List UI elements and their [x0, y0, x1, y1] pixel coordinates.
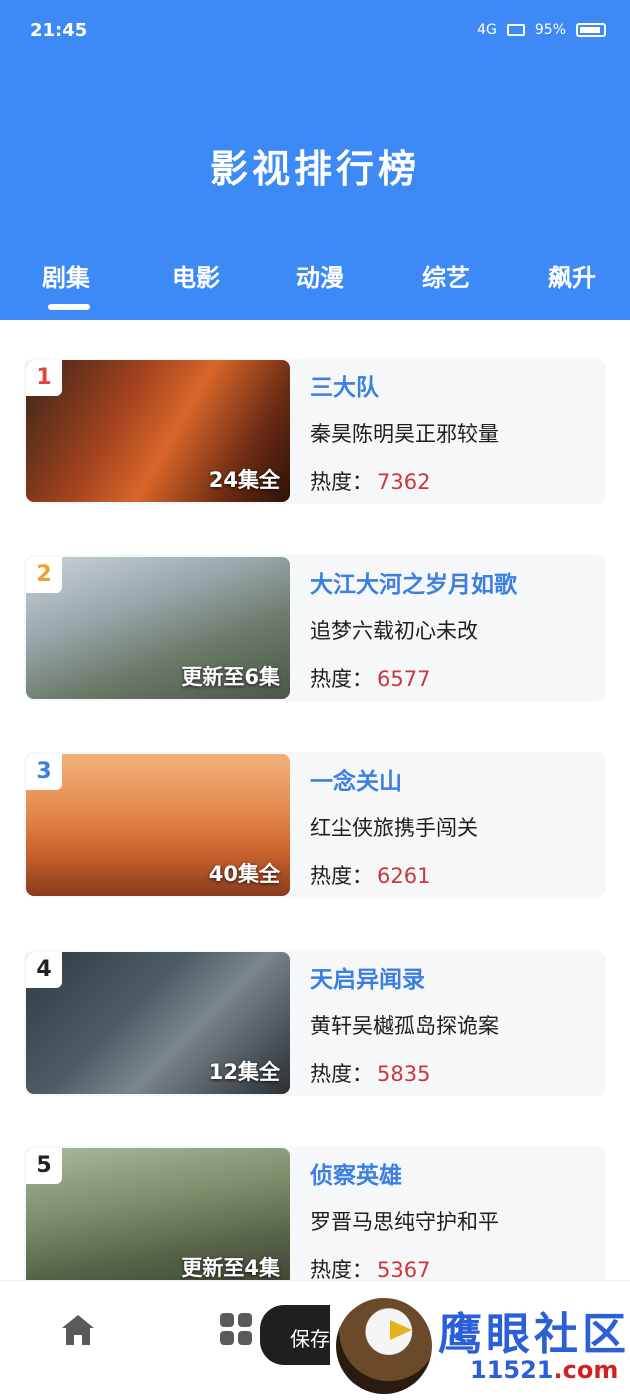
- poster-image: 4 12集全: [26, 952, 290, 1094]
- item-title[interactable]: 侦察英雄: [310, 1156, 402, 1190]
- item-subtitle: 黄轩吴樾孤岛探诡案: [310, 1014, 499, 1038]
- item-subtitle: 追梦六载初心未改: [310, 619, 478, 643]
- heat-line: 热度： 6261: [310, 860, 430, 890]
- watermark-url: 11521.com: [470, 1356, 619, 1384]
- rank-badge: 5: [26, 1148, 62, 1184]
- tab-rising[interactable]: 飙升: [548, 258, 596, 293]
- episode-count: 24集全: [208, 468, 280, 492]
- heat-value: 6577: [377, 667, 431, 691]
- heat-value: 5367: [377, 1258, 431, 1280]
- rank-badge: 1: [26, 360, 62, 396]
- heat-line: 热度： 7362: [310, 466, 430, 496]
- item-title[interactable]: 天启异闻录: [310, 960, 425, 994]
- heat-line: 热度： 5835: [310, 1058, 430, 1088]
- active-tab-indicator: [48, 304, 90, 310]
- list-item[interactable]: 2 更新至6集 大江大河之岁月如歌 追梦六载初心未改 热度： 6577: [24, 555, 606, 701]
- watermark-name: 鹰眼社区: [438, 1309, 630, 1360]
- list-item[interactable]: 5 更新至4集 侦察英雄 罗晋马思纯守护和平 热度： 5367: [24, 1146, 606, 1280]
- poster-image: 5 更新至4集: [26, 1148, 290, 1280]
- page-title: 影视排行榜: [209, 147, 420, 191]
- eagle-beak: [390, 1320, 412, 1340]
- poster-image: 3 40集全: [26, 754, 290, 896]
- heat-value: 7362: [377, 470, 431, 494]
- episode-count: 40集全: [208, 862, 280, 886]
- heat-label: 热度：: [310, 470, 373, 494]
- heat-label: 热度：: [310, 1258, 373, 1280]
- home-icon[interactable]: [60, 1313, 96, 1347]
- episode-count: 12集全: [208, 1060, 280, 1084]
- header: 21:45 4G 95% 影视排行榜 剧集 电影 动漫 综艺 飙升: [0, 0, 630, 320]
- rank-badge: 4: [26, 952, 62, 988]
- poster-image: 1 24集全: [26, 360, 290, 502]
- tab-variety[interactable]: 综艺: [422, 258, 470, 293]
- heat-value: 6261: [377, 864, 431, 888]
- heat-line: 热度： 5367: [310, 1254, 430, 1280]
- list-item[interactable]: 1 24集全 三大队 秦昊陈明昊正邪较量 热度： 7362: [24, 358, 606, 504]
- tab-series[interactable]: 剧集: [42, 258, 90, 293]
- list-item[interactable]: 3 40集全 一念关山 红尘侠旅携手闯关 热度： 6261: [24, 752, 606, 898]
- list-item[interactable]: 4 12集全 天启异闻录 黄轩吴樾孤岛探诡案 热度： 5835: [24, 950, 606, 1096]
- heat-label: 热度：: [310, 864, 373, 888]
- episode-count: 更新至4集: [181, 1256, 280, 1280]
- status-icons: 4G 95%: [477, 22, 606, 38]
- poster-image: 2 更新至6集: [26, 557, 290, 699]
- heat-value: 5835: [377, 1062, 431, 1086]
- item-title[interactable]: 三大队: [310, 368, 379, 402]
- ranking-list: 1 24集全 三大队 秦昊陈明昊正邪较量 热度： 7362 2 更新至6集 大江大…: [0, 320, 630, 1280]
- item-title[interactable]: 大江大河之岁月如歌: [310, 565, 517, 599]
- item-subtitle: 罗晋马思纯守护和平: [310, 1210, 499, 1234]
- heat-line: 热度： 6577: [310, 663, 430, 693]
- watermark-logo: 鹰眼社区 11521.com: [330, 1290, 630, 1400]
- category-tabs: 剧集 电影 动漫 综艺 飙升: [0, 258, 630, 298]
- item-subtitle: 红尘侠旅携手闯关: [310, 816, 478, 840]
- episode-count: 更新至6集: [181, 665, 280, 689]
- battery-icon: [576, 23, 606, 37]
- status-bar: 21:45 4G 95%: [0, 0, 630, 60]
- heat-label: 热度：: [310, 667, 373, 691]
- tab-movies[interactable]: 电影: [172, 258, 220, 293]
- categories-icon[interactable]: [220, 1313, 254, 1347]
- battery-label: 95%: [534, 22, 566, 38]
- rank-badge: 2: [26, 557, 62, 593]
- signal-icon: [506, 24, 525, 36]
- item-title[interactable]: 一念关山: [310, 762, 402, 796]
- rank-badge: 3: [26, 754, 62, 790]
- eagle-icon: [336, 1298, 432, 1394]
- item-subtitle: 秦昊陈明昊正邪较量: [310, 422, 499, 446]
- status-time: 21:45: [30, 20, 88, 41]
- network-label: 4G: [477, 22, 497, 38]
- heat-label: 热度：: [310, 1062, 373, 1086]
- tab-anime[interactable]: 动漫: [296, 258, 344, 293]
